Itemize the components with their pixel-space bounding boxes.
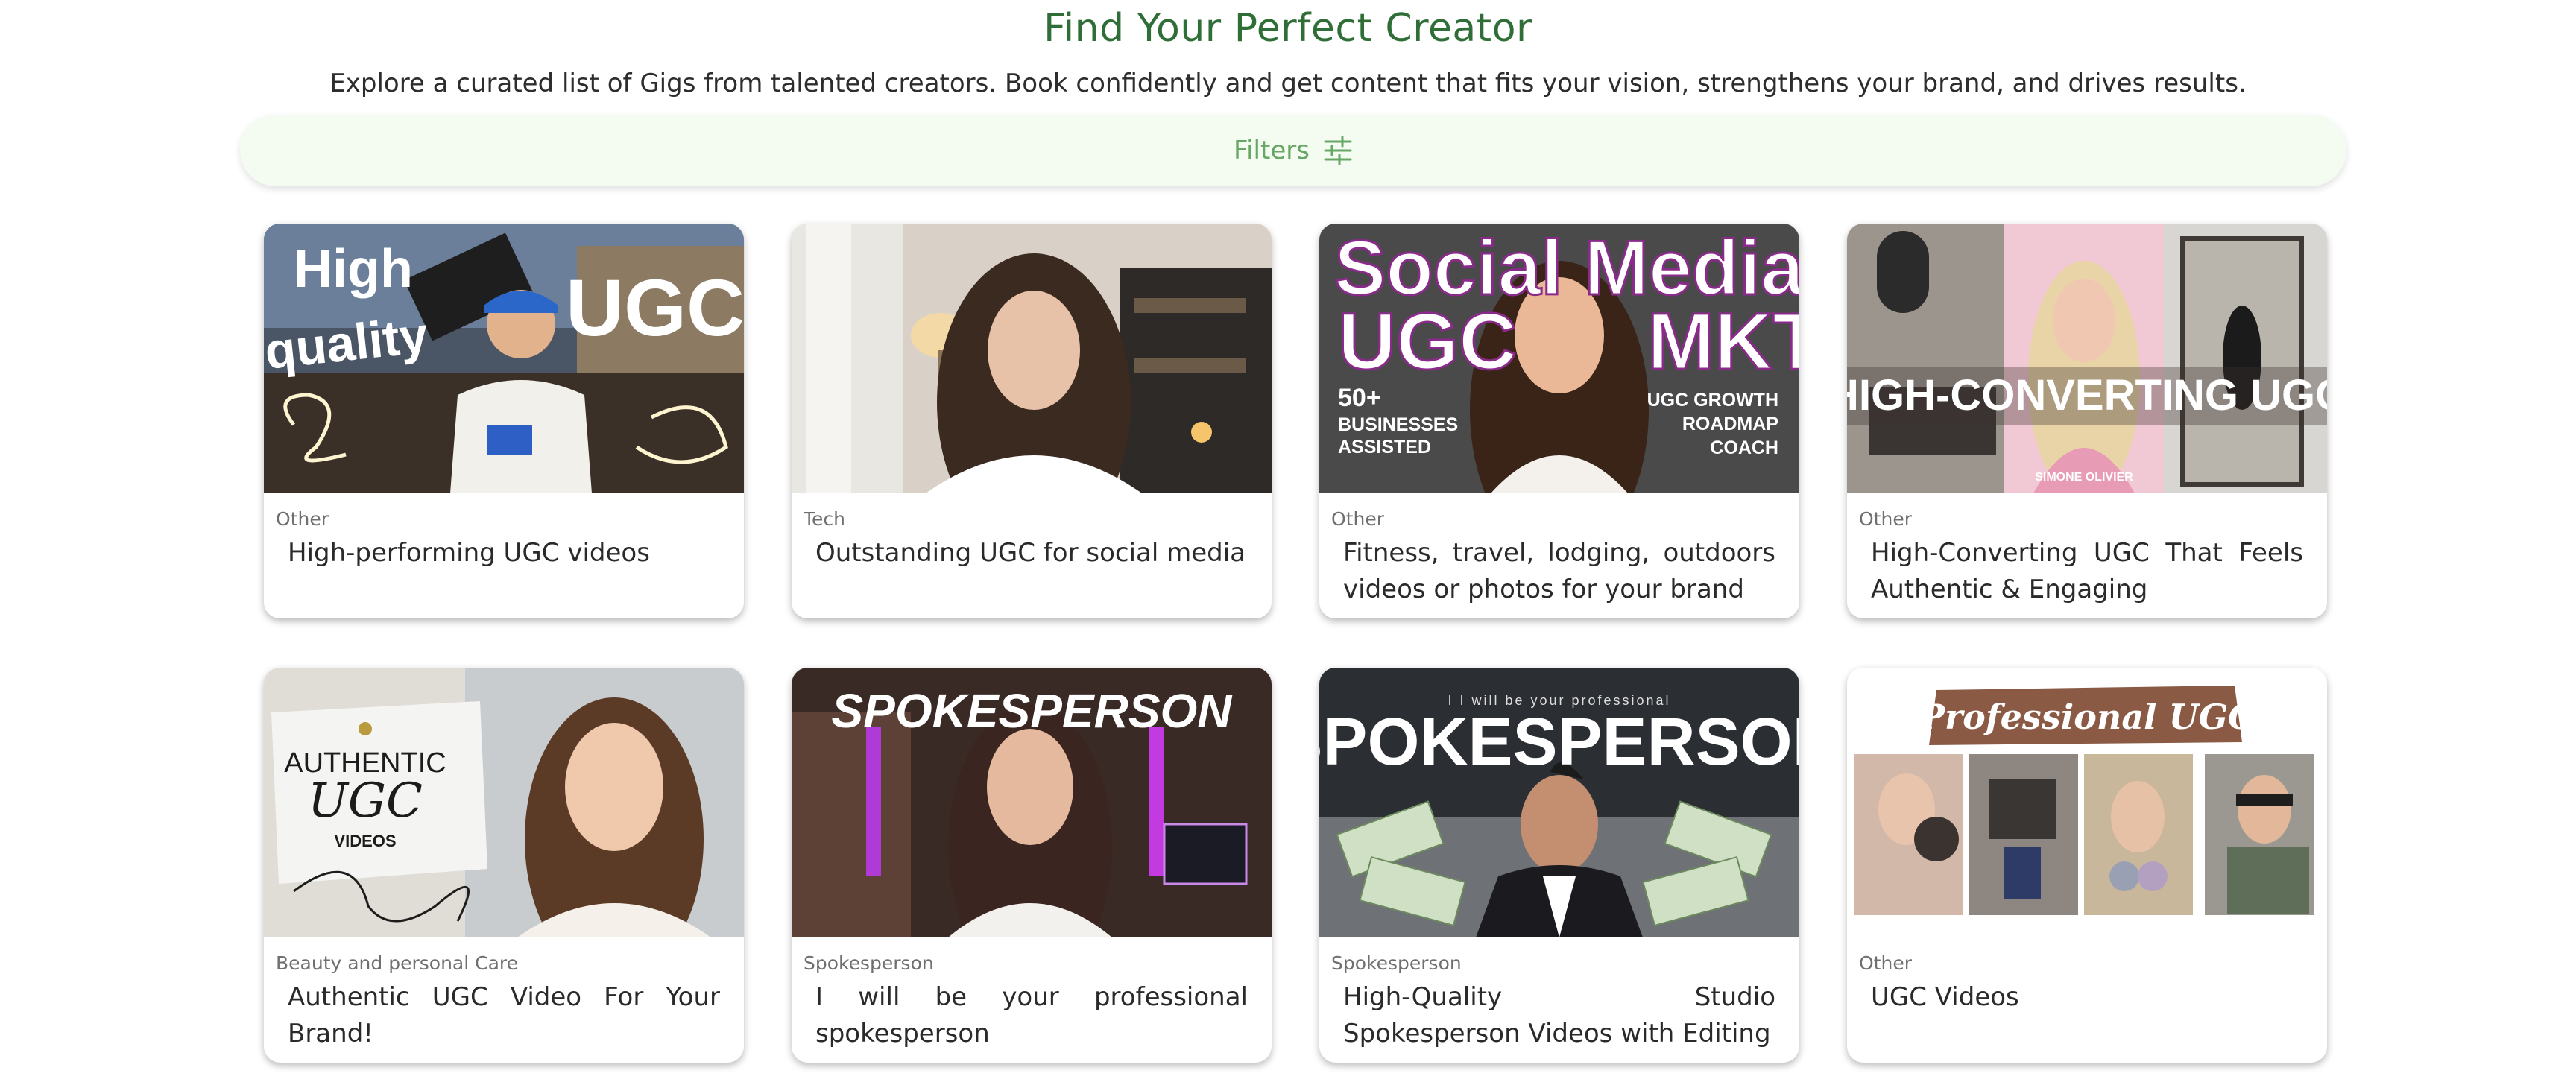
thumb-text: COACH [1710,437,1778,458]
thumb-text: UGC [566,262,744,352]
thumb-text: UGC [1338,296,1517,386]
thumb-text: SPOKESPERSON [1319,705,1799,779]
thumb-text: UGC GROWTH [1647,390,1778,411]
gig-title: Fitness, travel, lodging, outdoors video… [1343,538,1775,604]
gig-card[interactable]: High quality UGC Other High-performing U… [264,224,744,618]
gig-card[interactable]: AUTHENTIC UGC VIDEOS Beauty and personal… [264,668,744,1063]
gig-card[interactable]: Professional UGC Other UGC Videos [1847,668,2327,1063]
gig-title: Outstanding UGC for social media [815,538,1246,568]
gig-title: High-Quality Studio Spokesperson Videos … [1343,982,1775,1048]
thumb-text: SIMONE OLIVIER [2035,471,2133,484]
filters-label: Filters [1234,136,1310,165]
thumb-text: ROADMAP [1682,414,1778,434]
thumb-text: SPOKESPERSON [831,684,1233,738]
gig-category: Other [1859,952,1912,974]
gig-thumbnail: SPOKESPERSON [792,668,1272,937]
gig-category: Spokesperson [1331,952,1462,974]
gig-title: UGC Videos [1871,982,2019,1012]
gig-card[interactable]: Social Media UGC MKT 50+ BUSINESSES ASSI… [1319,224,1799,618]
gig-title: Authentic UGC Video For Your Brand! [288,982,720,1048]
gig-thumbnail: Professional UGC [1847,668,2327,937]
sliders-icon [1324,136,1352,165]
gig-card[interactable]: Tech Outstanding UGC for social media [792,224,1272,618]
gig-title: High-performing UGC videos [288,538,650,568]
gig-thumbnail: I I will be your professional SPOKESPERS… [1319,668,1799,937]
thumb-text: BUSINESSES [1338,414,1458,435]
gig-card[interactable]: HIGH-CONVERTING UGC SIMONE OLIVIER Other… [1847,224,2327,618]
thumb-text: HIGH-CONVERTING UGC [1847,371,2327,420]
gig-thumbnail: AUTHENTIC UGC VIDEOS [264,668,744,937]
gig-category: Tech [804,508,845,530]
filters-button[interactable]: Filters [240,115,2346,186]
gig-category: Spokesperson [804,952,934,974]
gig-category: Other [276,508,329,530]
thumb-text: VIDEOS [334,832,396,850]
gig-title: High-Converting UGC That Feels Authentic… [1871,538,2303,604]
thumb-text: MKT [1647,296,1799,386]
thumb-text: UGC [308,773,423,829]
gig-thumbnail: HIGH-CONVERTING UGC SIMONE OLIVIER [1847,224,2327,493]
page-subtitle: Explore a curated list of Gigs from tale… [329,69,2247,98]
thumb-text: ASSISTED [1338,437,1431,458]
thumb-text: High [294,239,413,299]
gig-category: Beauty and personal Care [276,952,519,974]
gig-card[interactable]: I I will be your professional SPOKESPERS… [1319,668,1799,1063]
gig-thumbnail [792,224,1272,493]
gig-category: Other [1331,508,1384,530]
gig-title: I will be your professional spokesperson [815,982,1248,1048]
gig-card[interactable]: SPOKESPERSON Spokesperson I will be your… [792,668,1272,1063]
thumb-text: Professional UGC [1917,697,2255,737]
page-title: Find Your Perfect Creator [1044,6,1532,51]
gig-category: Other [1859,508,1912,530]
thumb-text: 50+ [1338,384,1381,412]
gig-thumbnail: Social Media UGC MKT 50+ BUSINESSES ASSI… [1319,224,1799,493]
gig-thumbnail: High quality UGC [264,224,744,493]
